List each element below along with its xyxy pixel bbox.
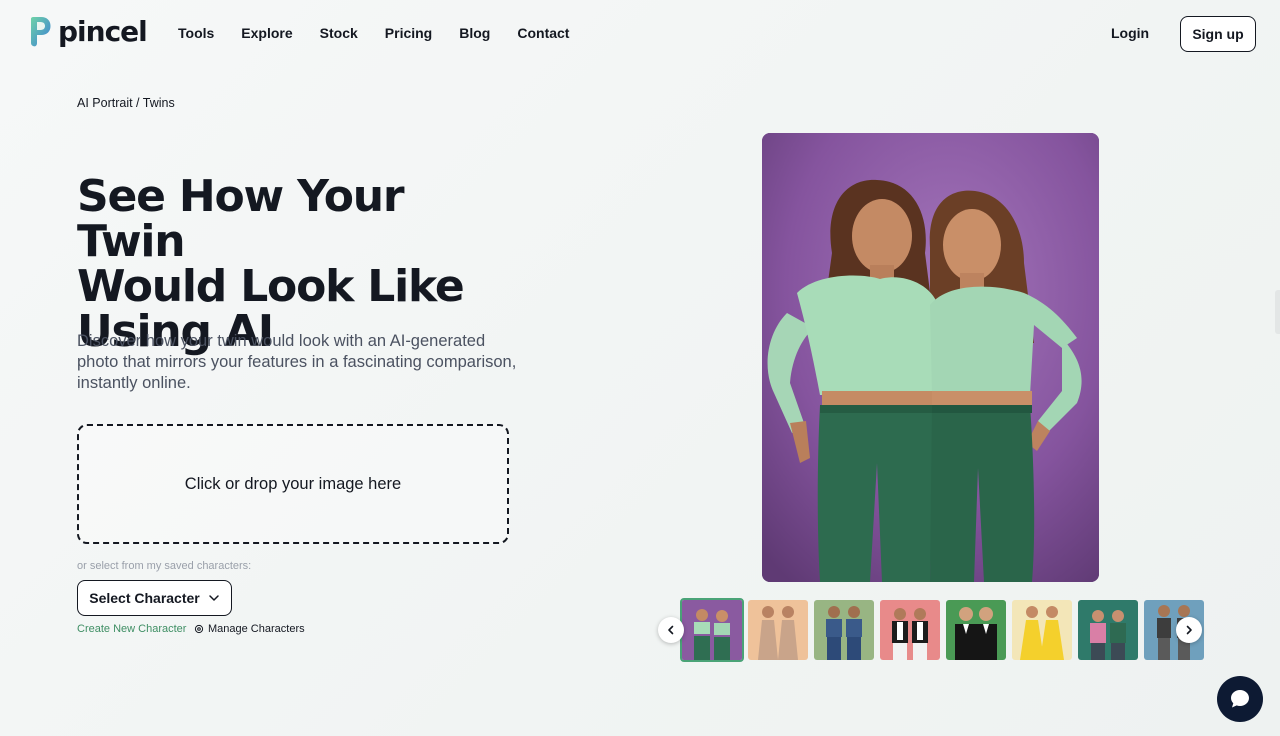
page-description: Discover how your twin would look with a… bbox=[77, 332, 517, 392]
nav-blog[interactable]: Blog bbox=[459, 25, 490, 41]
chevron-left-icon bbox=[668, 625, 674, 635]
manage-characters-link[interactable]: Manage Characters bbox=[194, 623, 305, 635]
thumbnail-twins-beige-gowns[interactable] bbox=[748, 600, 808, 660]
thumbnail-twins-green-outfits[interactable] bbox=[680, 598, 744, 662]
gallery-thumbnails bbox=[680, 598, 1204, 662]
dropzone-text: Click or drop your image here bbox=[184, 474, 402, 493]
chevron-right-icon bbox=[1186, 625, 1192, 635]
preview-image bbox=[762, 133, 1099, 582]
nav-pricing[interactable]: Pricing bbox=[385, 25, 432, 41]
gear-icon bbox=[194, 624, 204, 634]
thumbnail-image bbox=[946, 600, 1006, 660]
thumbnail-twins-men-suits[interactable] bbox=[946, 600, 1006, 660]
thumbnail-image bbox=[682, 600, 742, 660]
create-character-link[interactable]: Create New Character bbox=[77, 623, 186, 635]
signup-button[interactable]: Sign up bbox=[1180, 16, 1256, 52]
site-header: pincel Tools Explore Stock Pricing Blog … bbox=[0, 0, 1280, 68]
select-character-button[interactable]: Select Character bbox=[77, 580, 232, 616]
twins-illustration bbox=[762, 133, 1099, 582]
login-link[interactable]: Login bbox=[1111, 25, 1149, 41]
thumbnail-twins-pink-green[interactable] bbox=[1078, 600, 1138, 660]
thumbnail-image bbox=[1012, 600, 1072, 660]
nav-tools[interactable]: Tools bbox=[178, 25, 214, 41]
chat-widget-button[interactable] bbox=[1217, 676, 1263, 722]
pincel-logo-icon bbox=[31, 17, 51, 47]
nav-explore[interactable]: Explore bbox=[241, 25, 292, 41]
thumbnail-image bbox=[1078, 600, 1138, 660]
thumbnail-twins-black-white[interactable] bbox=[880, 600, 940, 660]
side-panel-tab[interactable] bbox=[1275, 290, 1280, 334]
breadcrumb[interactable]: AI Portrait / Twins bbox=[77, 96, 175, 110]
select-character-label: Select Character bbox=[89, 590, 200, 606]
gallery-prev-button[interactable] bbox=[658, 617, 684, 643]
thumbnail-twins-yellow-dresses[interactable] bbox=[1012, 600, 1072, 660]
thumbnail-twins-men-denim[interactable] bbox=[814, 600, 874, 660]
chevron-down-icon bbox=[209, 595, 219, 601]
title-line-1: See How Your Twin bbox=[77, 171, 405, 267]
brand-name: pincel bbox=[58, 15, 148, 48]
title-line-2: Would Look Like bbox=[77, 261, 465, 312]
saved-characters-label: or select from my saved characters: bbox=[77, 560, 252, 572]
logo[interactable]: pincel bbox=[28, 15, 148, 48]
image-dropzone[interactable]: Click or drop your image here bbox=[77, 424, 509, 544]
gallery-next-button[interactable] bbox=[1176, 617, 1202, 643]
nav-contact[interactable]: Contact bbox=[517, 25, 569, 41]
nav-stock[interactable]: Stock bbox=[320, 25, 358, 41]
thumbnail-image bbox=[880, 600, 940, 660]
page-title: See How Your Twin Would Look Like Using … bbox=[77, 174, 507, 354]
thumbnail-image bbox=[748, 600, 808, 660]
manage-characters-label: Manage Characters bbox=[208, 623, 305, 635]
main-nav: Tools Explore Stock Pricing Blog Contact bbox=[178, 25, 596, 41]
thumbnail-image bbox=[814, 600, 874, 660]
chat-bubble-icon bbox=[1231, 690, 1249, 708]
